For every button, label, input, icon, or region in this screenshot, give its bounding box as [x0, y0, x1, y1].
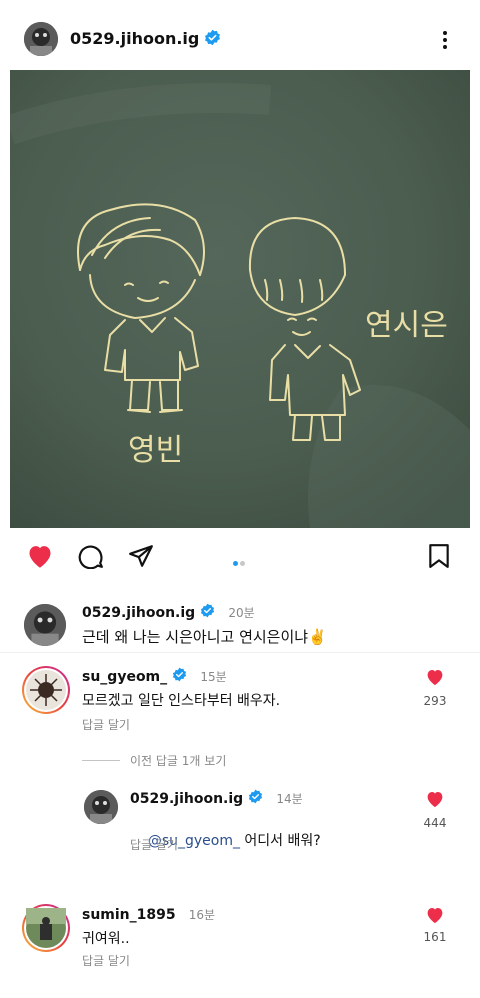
replies-divider — [82, 760, 120, 761]
reply-item: 0529.jihoon.ig 14분 @su_gyeom_ 어디서 배워? 답글… — [0, 784, 480, 864]
comment-like-heart-icon[interactable] — [425, 668, 445, 690]
post-caption: 0529.jihoon.ig 20분 근데 왜 나는 시은아니고 연시은이냐✌️ — [0, 594, 480, 653]
reply-button[interactable]: 답글 달기 — [130, 836, 178, 853]
save-bookmark-icon[interactable] — [428, 543, 450, 573]
reply-button[interactable]: 답글 달기 — [82, 716, 130, 733]
reply-like-heart-icon[interactable] — [425, 790, 445, 812]
comment-like-count: 161 — [423, 930, 447, 944]
comment-time: 16분 — [188, 908, 216, 922]
comment-item: sumin_1895 16분 귀여워.. 답글 달기 161 — [0, 900, 480, 990]
verified-badge-icon — [248, 789, 263, 808]
carousel-dot-active — [233, 561, 238, 566]
carousel-indicator — [232, 551, 246, 570]
reply-time: 14분 — [276, 792, 303, 806]
commenter-username[interactable]: su_gyeom_ — [82, 669, 167, 685]
chalk-label-yeonsieun: 연시은 — [365, 308, 448, 343]
post-author-avatar[interactable] — [24, 22, 58, 56]
reply-button[interactable]: 답글 달기 — [82, 952, 130, 969]
more-options-icon[interactable] — [438, 28, 452, 52]
reply-like-count: 444 — [423, 816, 447, 830]
post-author-username[interactable]: 0529.jihoon.ig — [70, 29, 199, 48]
comment-text: 모르겠고 일단 인스타부터 배우자. — [82, 693, 281, 709]
caption-text: 근데 왜 나는 시은아니고 연시은이냐✌️ — [82, 628, 327, 646]
like-heart-icon[interactable] — [26, 543, 54, 573]
reply-text: 어디서 배워? — [239, 833, 321, 849]
chalk-label-yeongbin: 영빈 — [128, 433, 183, 468]
commenter-avatar[interactable] — [22, 666, 70, 714]
view-previous-replies-label: 이전 답글 1개 보기 — [130, 754, 227, 768]
comment-like-count: 293 — [423, 694, 447, 708]
verified-badge-icon — [172, 667, 187, 686]
verified-badge-icon — [204, 29, 221, 50]
caption-author-avatar[interactable] — [24, 604, 66, 646]
share-send-icon[interactable] — [128, 543, 154, 573]
comment-text: 귀여워.. — [82, 931, 130, 947]
post-image[interactable]: 연시은 영빈 — [10, 70, 470, 528]
reply-author-avatar[interactable] — [84, 790, 118, 824]
commenter-avatar[interactable] — [22, 904, 70, 952]
caption-time: 20분 — [228, 606, 255, 620]
comment-icon[interactable] — [78, 543, 104, 573]
view-previous-replies[interactable]: 이전 답글 1개 보기 — [82, 752, 402, 770]
caption-username[interactable]: 0529.jihoon.ig — [82, 605, 195, 621]
comment-item: su_gyeom_ 15분 모르겠고 일단 인스타부터 배우자. 답글 달기 2… — [0, 660, 480, 760]
comment-time: 15분 — [200, 670, 227, 684]
comment-like-heart-icon[interactable] — [425, 906, 445, 928]
commenter-username[interactable]: sumin_1895 — [82, 907, 176, 923]
reply-username[interactable]: 0529.jihoon.ig — [130, 791, 243, 807]
post-header: 0529.jihoon.ig — [0, 0, 480, 70]
carousel-dot — [240, 561, 245, 566]
verified-badge-icon — [200, 603, 215, 622]
